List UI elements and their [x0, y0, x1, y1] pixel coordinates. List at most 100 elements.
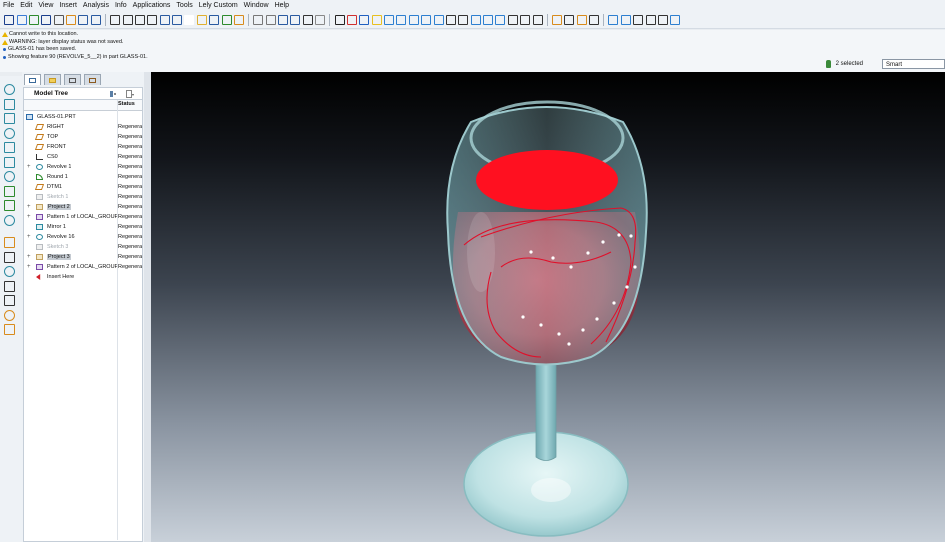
save-icon[interactable] [4, 15, 15, 25]
view-4-icon[interactable] [421, 15, 432, 25]
tree-settings-icon[interactable] [109, 90, 117, 98]
menu-view[interactable]: View [35, 0, 56, 12]
paste-icon[interactable] [290, 15, 301, 25]
view-2-icon[interactable] [396, 15, 407, 25]
hidden-icon[interactable] [633, 15, 644, 25]
tree-item-top[interactable]: TOP Regenerated [24, 132, 142, 142]
round-icon[interactable] [4, 185, 15, 197]
tree-item-front[interactable]: FRONT Regenerated [24, 142, 142, 152]
wine-glass-model[interactable] [151, 72, 945, 542]
close-window-icon[interactable] [90, 15, 101, 25]
tab-connections[interactable] [84, 74, 101, 85]
undo-icon[interactable] [253, 15, 264, 25]
binoculars-icon[interactable] [302, 15, 313, 25]
regen-icon[interactable] [110, 15, 121, 25]
blend-icon[interactable] [4, 127, 15, 139]
glass-stem[interactable] [535, 353, 557, 461]
chamfer-icon[interactable] [4, 200, 15, 211]
zoom-in-icon[interactable] [445, 15, 456, 25]
find-icon[interactable] [134, 15, 145, 25]
folder-icon[interactable] [196, 15, 207, 25]
tree-item-insert-here[interactable]: Insert Here [24, 272, 142, 282]
tree-item-sketch-3[interactable]: Sketch 3 Regenerated [24, 242, 142, 252]
wine-surface[interactable] [476, 150, 618, 210]
sketch-icon[interactable] [4, 309, 15, 321]
shading-icon[interactable] [657, 15, 668, 25]
curve-icon[interactable] [4, 266, 15, 277]
layers-icon[interactable] [532, 15, 543, 25]
status-column-header[interactable]: Status [118, 101, 135, 107]
new-icon[interactable] [16, 15, 27, 25]
refit-icon[interactable] [470, 15, 481, 25]
tab-model-tree[interactable] [24, 74, 41, 85]
view-1-icon[interactable] [384, 15, 395, 25]
tree-item-round-1[interactable]: Round 1 Regenerated [24, 172, 142, 182]
sphere-icon[interactable] [334, 15, 345, 25]
shell-icon[interactable] [4, 156, 15, 168]
hole-icon[interactable] [4, 214, 15, 226]
panel-splitter[interactable] [144, 72, 151, 542]
tab-folder-browser[interactable] [44, 74, 61, 85]
print-icon[interactable] [53, 15, 64, 25]
tree-item-glass-01-prt[interactable]: GLASS-01.PRT [24, 112, 142, 122]
open-icon[interactable] [28, 15, 39, 25]
tree-item-project-2[interactable]: + Project 2 Regenerated [24, 202, 142, 212]
expand-toggle[interactable]: + [27, 212, 31, 222]
save-copy-icon[interactable] [41, 15, 52, 25]
menu-insert[interactable]: Insert [56, 0, 80, 12]
style-icon[interactable] [4, 324, 15, 335]
color-icon[interactable] [346, 15, 357, 25]
menu-applications[interactable]: Applications [130, 0, 174, 12]
menu-window[interactable]: Window [241, 0, 272, 12]
display-icon[interactable] [209, 15, 220, 25]
point-icon[interactable] [4, 280, 15, 292]
tree-item-revolve-1[interactable]: + Revolve 1 Regenerated [24, 162, 142, 172]
expand-toggle[interactable]: + [27, 202, 31, 212]
show-menu-icon[interactable] [126, 90, 134, 98]
repaint-icon[interactable] [520, 15, 531, 25]
spin-icon[interactable] [495, 15, 506, 25]
enhanced-icon[interactable] [670, 15, 681, 25]
expand-toggle[interactable]: + [27, 262, 31, 272]
selection-box-icon[interactable] [315, 15, 326, 25]
revolve-icon[interactable] [4, 98, 15, 110]
extrude-icon[interactable] [4, 84, 15, 95]
tree-item-cs0[interactable]: CS0 Regenerated [24, 152, 142, 162]
orient-icon[interactable] [483, 15, 494, 25]
expand-toggle[interactable]: + [27, 232, 31, 242]
graphics-viewport[interactable] [151, 72, 945, 542]
tree-item-dtm1[interactable]: DTM1 Regenerated [24, 182, 142, 192]
menu-help[interactable]: Help [272, 0, 292, 12]
tree-item-project-3[interactable]: + Project 3 Regenerated [24, 252, 142, 262]
zoom-out-icon[interactable] [458, 15, 469, 25]
regen-manager-icon[interactable] [122, 15, 133, 25]
menu-analysis[interactable]: Analysis [80, 0, 112, 12]
axis-icon[interactable] [4, 251, 15, 263]
sweep-icon[interactable] [4, 113, 15, 124]
view-3-icon[interactable] [408, 15, 419, 25]
rib-icon[interactable] [4, 142, 15, 153]
model-tree-icon[interactable] [159, 15, 170, 25]
tree-item-pattern-1-of-local-group[interactable]: + Pattern 1 of LOCAL_GROUPRegenerated [24, 212, 142, 222]
datum-axis-icon[interactable] [564, 15, 575, 25]
tree-item-right[interactable]: RIGHT Regenerated [24, 122, 142, 132]
table-icon[interactable] [172, 15, 183, 25]
csys-icon[interactable] [589, 15, 600, 25]
menu-lely-custom[interactable]: Lely Custom [196, 0, 241, 12]
selection-filter-dropdown[interactable]: Smart [882, 59, 945, 69]
menu-info[interactable]: Info [112, 0, 130, 12]
tree-item-pattern-2-of-local-group[interactable]: + Pattern 2 of LOCAL_GROUPRegenerated [24, 262, 142, 272]
redo-icon[interactable] [265, 15, 276, 25]
tab-favorites[interactable] [64, 74, 81, 85]
appearance-icon[interactable] [359, 15, 370, 25]
tree-item-mirror-1[interactable]: Mirror 1 Regenerated [24, 222, 142, 232]
datum-point-icon[interactable] [576, 15, 587, 25]
edit-icon[interactable] [233, 15, 244, 25]
menu-tools[interactable]: Tools [173, 0, 195, 12]
wireframe-icon[interactable] [608, 15, 619, 25]
saved-views-icon[interactable] [507, 15, 518, 25]
tree-item-revolve-16[interactable]: + Revolve 16 Regenerated [24, 232, 142, 242]
datum-plane-icon[interactable] [551, 15, 562, 25]
export-icon[interactable] [221, 15, 232, 25]
cut-icon[interactable] [278, 15, 289, 25]
